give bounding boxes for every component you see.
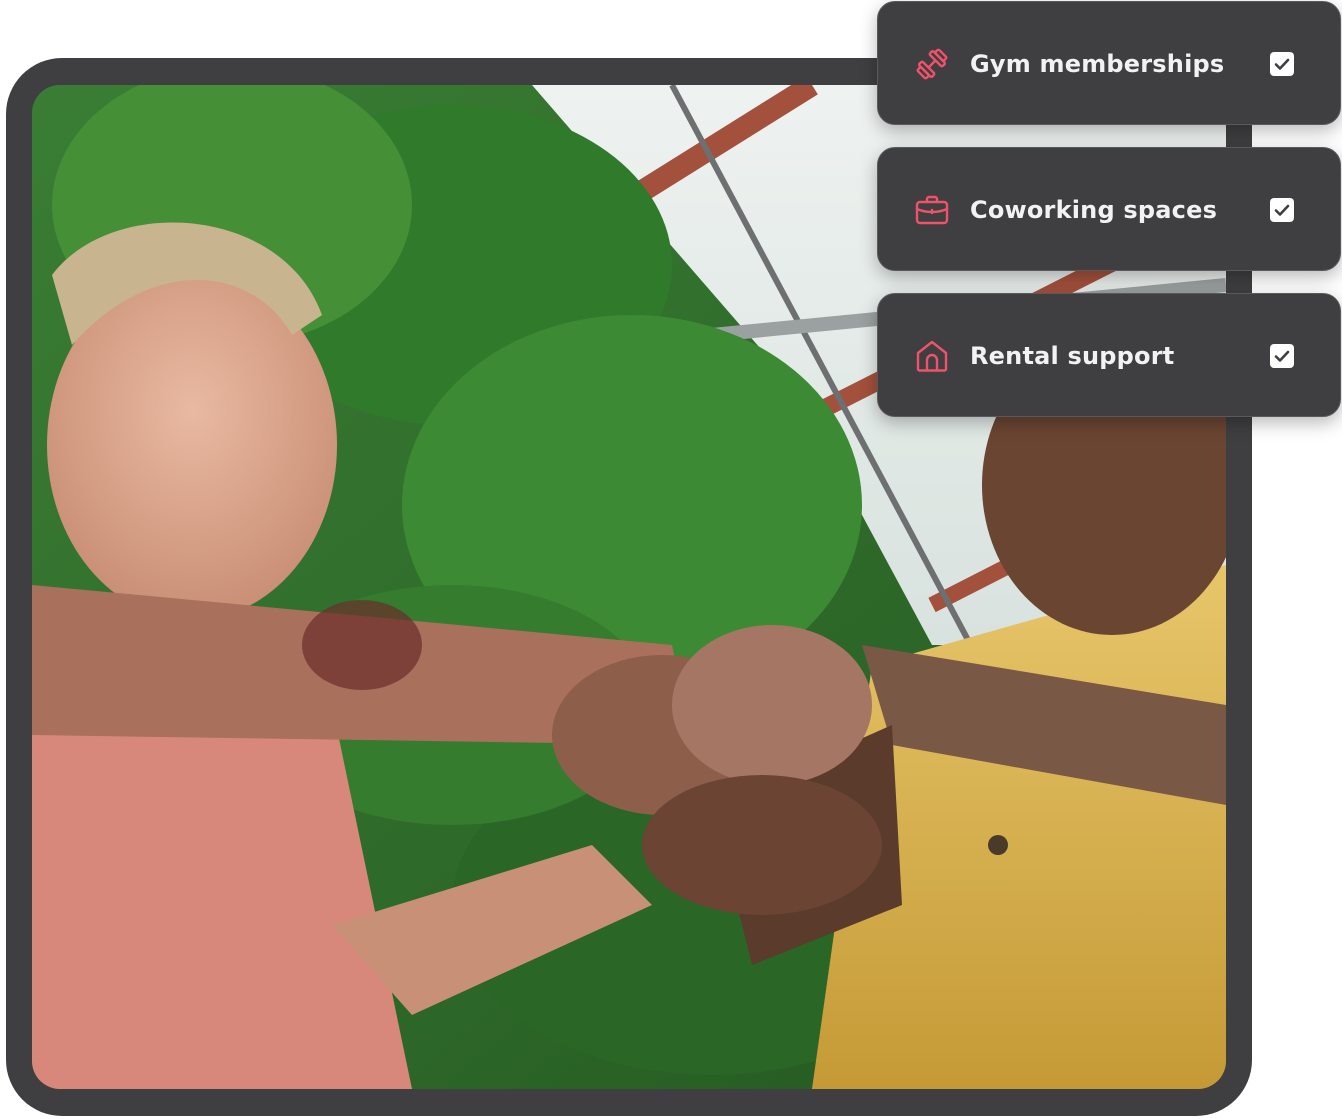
benefit-card-coworking[interactable]: Coworking spaces — [877, 147, 1341, 271]
benefit-card-gym[interactable]: Gym memberships — [877, 1, 1341, 125]
checkbox-checked[interactable] — [1270, 198, 1294, 222]
checkbox-checked[interactable] — [1270, 344, 1294, 368]
home-icon — [914, 338, 950, 374]
benefit-label: Coworking spaces — [970, 196, 1218, 224]
benefit-label: Gym memberships — [970, 50, 1225, 78]
briefcase-icon — [914, 192, 950, 228]
benefit-label: Rental support — [970, 342, 1175, 370]
dumbbell-icon — [914, 46, 950, 82]
benefit-card-rental[interactable]: Rental support — [877, 293, 1341, 417]
checkbox-checked[interactable] — [1270, 52, 1294, 76]
